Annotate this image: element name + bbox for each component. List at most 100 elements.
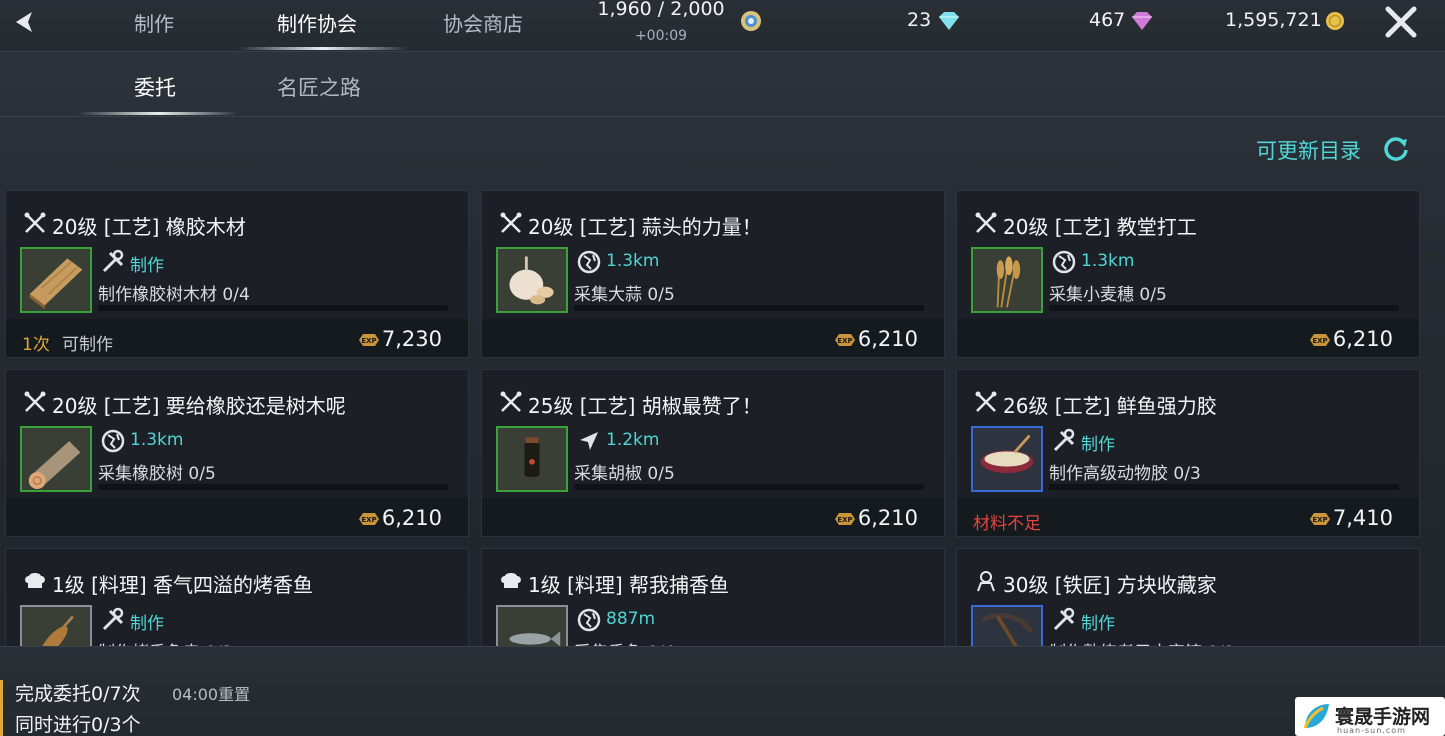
wrench-hammer-icon — [1053, 428, 1075, 452]
task-description: 制作熟练者用十字镐 0/1 — [1049, 638, 1235, 646]
crossed-tools-icon — [500, 391, 522, 412]
cyan-diamond-count: 23 — [907, 9, 932, 31]
task-description: 制作橡胶树木材 0/4 — [98, 285, 250, 305]
refresh-icon[interactable] — [1382, 135, 1410, 163]
exp-reward: 6,210 — [857, 506, 918, 530]
exp-reward: 7,410 — [1332, 506, 1393, 530]
subtab-master-road[interactable]: 名匠之路 — [277, 72, 361, 102]
item-thumbnail-fish-skewer — [20, 605, 92, 646]
commission-title: 20级 [工艺] 橡胶木材 — [52, 215, 246, 239]
commission-title: 1级 [料理] 帮我捕香鱼 — [528, 573, 730, 597]
tab-craft[interactable]: 制作 — [134, 8, 174, 37]
insufficient-materials-warning: 材料不足 — [973, 514, 1041, 534]
commission-card[interactable]: 25级 [工艺] 胡椒最赞了！ 1.2km 采集胡椒 0/5 EXP 6,210 — [481, 369, 945, 537]
exp-reward: 6,210 — [381, 506, 442, 530]
navigation-arrow-icon — [580, 432, 598, 450]
commission-title: 25级 [工艺] 胡椒最赞了！ — [528, 394, 762, 418]
svg-text:EXP: EXP — [837, 516, 852, 524]
watermark-text: 寰晟手游网 — [1335, 706, 1431, 728]
back-arrow-icon[interactable] — [6, 4, 42, 40]
commission-title: 20级 [工艺] 蒜头的力量！ — [528, 215, 762, 239]
refresh-catalog-button[interactable]: 可更新目录 — [1256, 135, 1361, 165]
commission-card[interactable]: 1级 [料理] 香气四溢的烤香鱼 制作 制作烤香鱼串 0/3 — [5, 548, 469, 646]
commission-card[interactable]: 20级 [工艺] 蒜头的力量！ 1.3km 采集大蒜 0/5 EXP 6,210 — [481, 190, 945, 358]
globe-icon — [577, 250, 601, 274]
commission-title: 20级 [工艺] 教堂打工 — [1003, 215, 1197, 239]
task-distance: 1.3km — [1081, 251, 1135, 271]
exp-icon: EXP — [1310, 334, 1330, 346]
crossed-tools-icon — [500, 212, 522, 233]
commission-card[interactable]: 1级 [料理] 帮我捕香鱼 887m 采集香鱼 0/4 — [481, 548, 945, 646]
top-bar: 制作 制作协会 协会商店 1,960 / 2,000 +00:09 23 467… — [0, 0, 1445, 52]
close-icon[interactable] — [1381, 4, 1421, 40]
subtab-commission[interactable]: 委托 — [134, 72, 176, 102]
task-description: 采集香鱼 0/4 — [574, 638, 675, 646]
exp-reward: 6,210 — [857, 327, 918, 351]
diamond-purple-icon — [1132, 12, 1152, 30]
globe-icon — [577, 608, 601, 632]
wrench-hammer-icon — [1053, 607, 1075, 631]
item-thumbnail-log — [20, 426, 92, 492]
exp-icon: EXP — [359, 513, 379, 525]
task-type-label: 制作 — [130, 614, 164, 634]
task-description: 采集小麦穗 0/5 — [1049, 285, 1167, 305]
task-distance: 1.3km — [606, 251, 660, 271]
craft-count: 1次 — [22, 335, 50, 355]
progress-bar — [574, 305, 924, 311]
completed-commissions: 完成委托0/7次 — [15, 683, 141, 705]
tab-guild-shop[interactable]: 协会商店 — [443, 8, 523, 37]
divider — [0, 116, 1445, 117]
item-thumbnail-wheat — [971, 247, 1043, 313]
progress-bar — [98, 305, 448, 311]
svg-text:EXP: EXP — [837, 337, 852, 345]
svg-text:EXP: EXP — [1312, 337, 1327, 345]
craft-available-label: 可制作 — [62, 335, 113, 355]
commission-list[interactable]: 20级 [工艺] 橡胶木材 制作 制作橡胶树木材 0/4 1次 可制作 EXP … — [0, 180, 1445, 646]
item-thumbnail-bowl — [971, 426, 1043, 492]
task-type-label: 制作 — [130, 256, 164, 276]
crossed-tools-icon — [975, 391, 997, 412]
item-thumbnail-fish — [496, 605, 568, 646]
commission-card[interactable]: 20级 [工艺] 要给橡胶还是树木呢 1.3km 采集橡胶树 0/5 EXP 6… — [5, 369, 469, 537]
item-thumbnail-pepper — [496, 426, 568, 492]
task-description: 采集橡胶树 0/5 — [98, 464, 216, 484]
commission-title: 30级 [铁匠] 方块收藏家 — [1003, 573, 1217, 597]
commission-card[interactable]: 30级 [铁匠] 方块收藏家 制作 制作熟练者用十字镐 0/1 — [956, 548, 1420, 646]
chef-hat-icon — [501, 573, 521, 588]
crossed-tools-icon — [24, 212, 46, 233]
exp-icon: EXP — [359, 334, 379, 346]
task-description: 制作高级动物胶 0/3 — [1049, 464, 1201, 484]
item-thumbnail-wood-plank — [20, 247, 92, 313]
concurrent-commissions: 同时进行0/3个 — [15, 714, 141, 736]
active-tab-indicator — [238, 47, 408, 50]
status-accent — [0, 680, 3, 736]
task-type-label: 制作 — [1081, 435, 1115, 455]
commission-card[interactable]: 20级 [工艺] 橡胶木材 制作 制作橡胶树木材 0/4 1次 可制作 EXP … — [5, 190, 469, 358]
commission-card[interactable]: 26级 [工艺] 鲜鱼强力胶 制作 制作高级动物胶 0/3 材料不足 EXP 7… — [956, 369, 1420, 537]
svg-text:EXP: EXP — [361, 516, 376, 524]
active-subtab-indicator — [78, 112, 238, 115]
svg-text:EXP: EXP — [1312, 516, 1327, 524]
crossed-tools-icon — [24, 391, 46, 412]
wrench-hammer-icon — [102, 607, 124, 631]
gold-coin-icon — [1326, 12, 1344, 30]
crossed-tools-icon — [975, 212, 997, 233]
task-description: 采集胡椒 0/5 — [574, 464, 675, 484]
commission-title: 1级 [料理] 香气四溢的烤香鱼 — [52, 573, 314, 597]
exp-icon: EXP — [1310, 513, 1330, 525]
purple-diamond-count: 467 — [1089, 9, 1126, 31]
item-thumbnail-pickaxe — [971, 605, 1043, 646]
progress-bar — [574, 484, 924, 490]
commission-card[interactable]: 20级 [工艺] 教堂打工 1.3km 采集小麦穗 0/5 EXP 6,210 — [956, 190, 1420, 358]
wrench-hammer-icon — [102, 249, 124, 273]
watermark-leaf-icon — [1303, 704, 1329, 729]
globe-icon — [101, 429, 125, 453]
progress-bar — [1049, 484, 1399, 490]
task-distance: 887m — [606, 609, 656, 629]
capacity-counter: 1,960 / 2,000 — [597, 0, 725, 20]
task-type-label: 制作 — [1081, 614, 1115, 634]
capacity-timer: +00:09 — [634, 28, 688, 44]
tab-craft-guild[interactable]: 制作协会 — [277, 8, 357, 37]
item-thumbnail-garlic — [496, 247, 568, 313]
globe-icon — [1052, 250, 1076, 274]
